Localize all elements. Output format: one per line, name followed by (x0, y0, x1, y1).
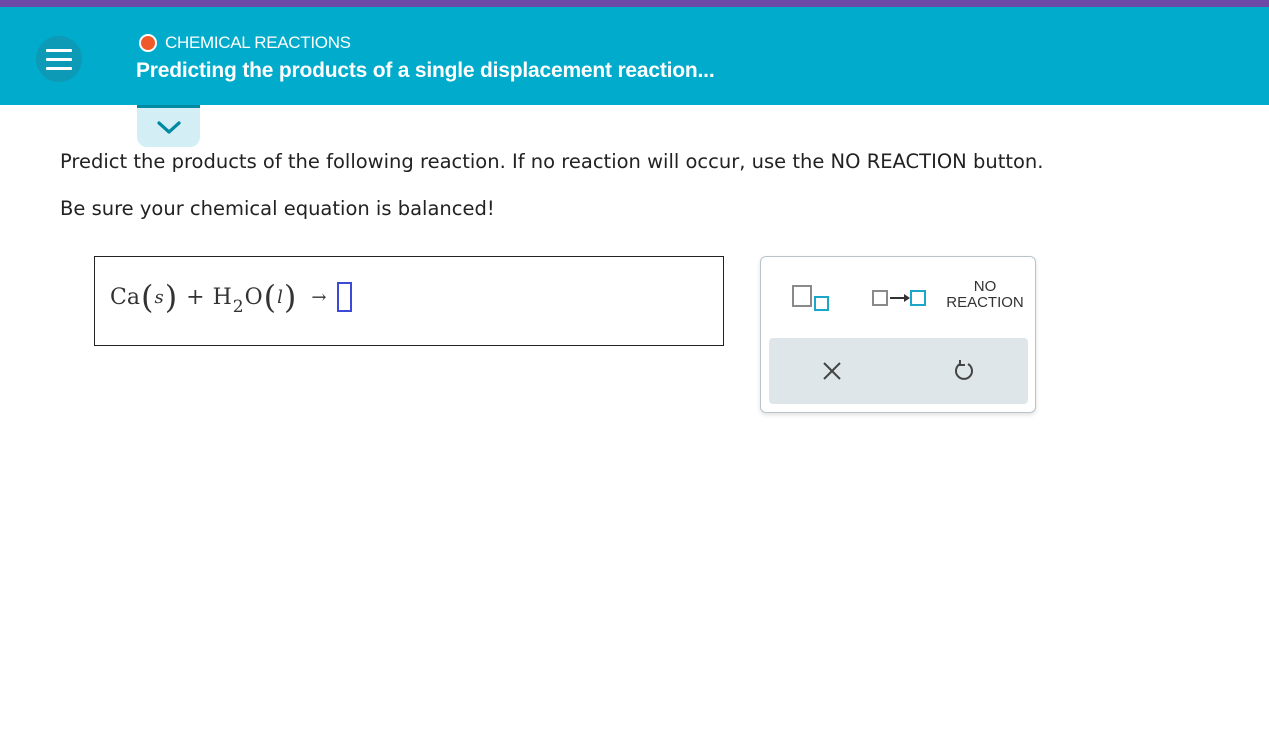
undo-icon (955, 360, 973, 380)
chevron-down-icon (156, 120, 181, 134)
state-liquid: l (277, 286, 283, 308)
x-clear-icon (823, 362, 841, 380)
open-paren: ( (140, 278, 154, 316)
reactant-calcium: Ca (110, 284, 140, 310)
hydrogen-symbol: H (212, 284, 232, 310)
product-input-slot[interactable] (336, 282, 352, 312)
clear-button[interactable] (819, 358, 845, 384)
subscript-two: 2 (232, 297, 244, 317)
question-instruction: Be sure your chemical equation is balanc… (60, 197, 495, 220)
open-paren: ( (263, 278, 277, 316)
topic-label: CHEMICAL REACTIONS (165, 33, 351, 52)
topic-row: CHEMICAL REACTIONS (139, 33, 351, 52)
topic-status-dot-icon (139, 34, 157, 52)
collapse-header-button[interactable] (137, 105, 200, 147)
equation-tool-panel: NO REACTION (760, 256, 1036, 413)
question-prompt: Predict the products of the following re… (60, 150, 1044, 173)
chemical-equation: Ca ( s ) + H 2 O ( l ) → (110, 275, 352, 319)
subscript-template-button[interactable] (791, 283, 831, 313)
reaction-arrow-template-icon (872, 290, 926, 306)
equation-answer-box[interactable]: Ca ( s ) + H 2 O ( l ) → (94, 256, 724, 346)
subscript-template-icon (792, 285, 829, 311)
page-title: Predicting the products of a single disp… (136, 59, 715, 82)
reaction-arrow-template-button[interactable] (871, 283, 927, 313)
hamburger-menu-icon[interactable] (36, 36, 82, 82)
plus-sign: + (186, 284, 205, 310)
top-accent-strip (0, 0, 1269, 7)
no-reaction-label-line1: NO (973, 278, 997, 295)
header-bar: CHEMICAL REACTIONS Predicting the produc… (0, 7, 1269, 105)
undo-button[interactable] (951, 358, 977, 384)
no-reaction-button[interactable]: NO REACTION (943, 279, 1027, 315)
close-paren: ) (164, 278, 178, 316)
tool-action-bar (769, 338, 1028, 404)
close-paren: ) (283, 278, 297, 316)
reaction-arrow: → (311, 286, 327, 308)
state-solid: s (154, 286, 164, 308)
no-reaction-label-line2: REACTION (946, 294, 1024, 311)
oxygen-symbol: O (244, 284, 263, 310)
